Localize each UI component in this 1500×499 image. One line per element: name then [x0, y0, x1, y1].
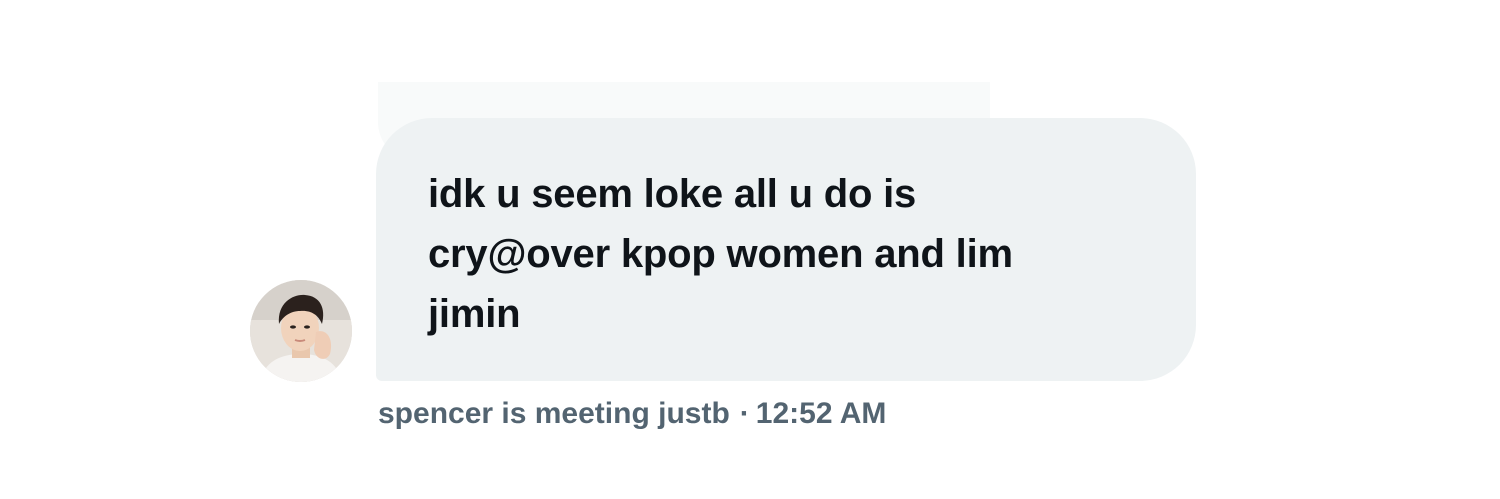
message-text: idk u seem loke all u do is cry@over kpo… — [428, 172, 1013, 336]
message-time: 12:52 AM — [755, 397, 887, 430]
avatar[interactable] — [250, 280, 352, 382]
message-bubble[interactable]: idk u seem loke all u do is cry@over kpo… — [376, 118, 1196, 381]
message-meta: spencer is meeting justb · 12:52 AM — [378, 394, 886, 434]
avatar-photo-icon — [250, 280, 352, 382]
sender-name[interactable]: spencer is meeting justb — [378, 397, 730, 430]
meta-separator: · — [739, 397, 750, 430]
